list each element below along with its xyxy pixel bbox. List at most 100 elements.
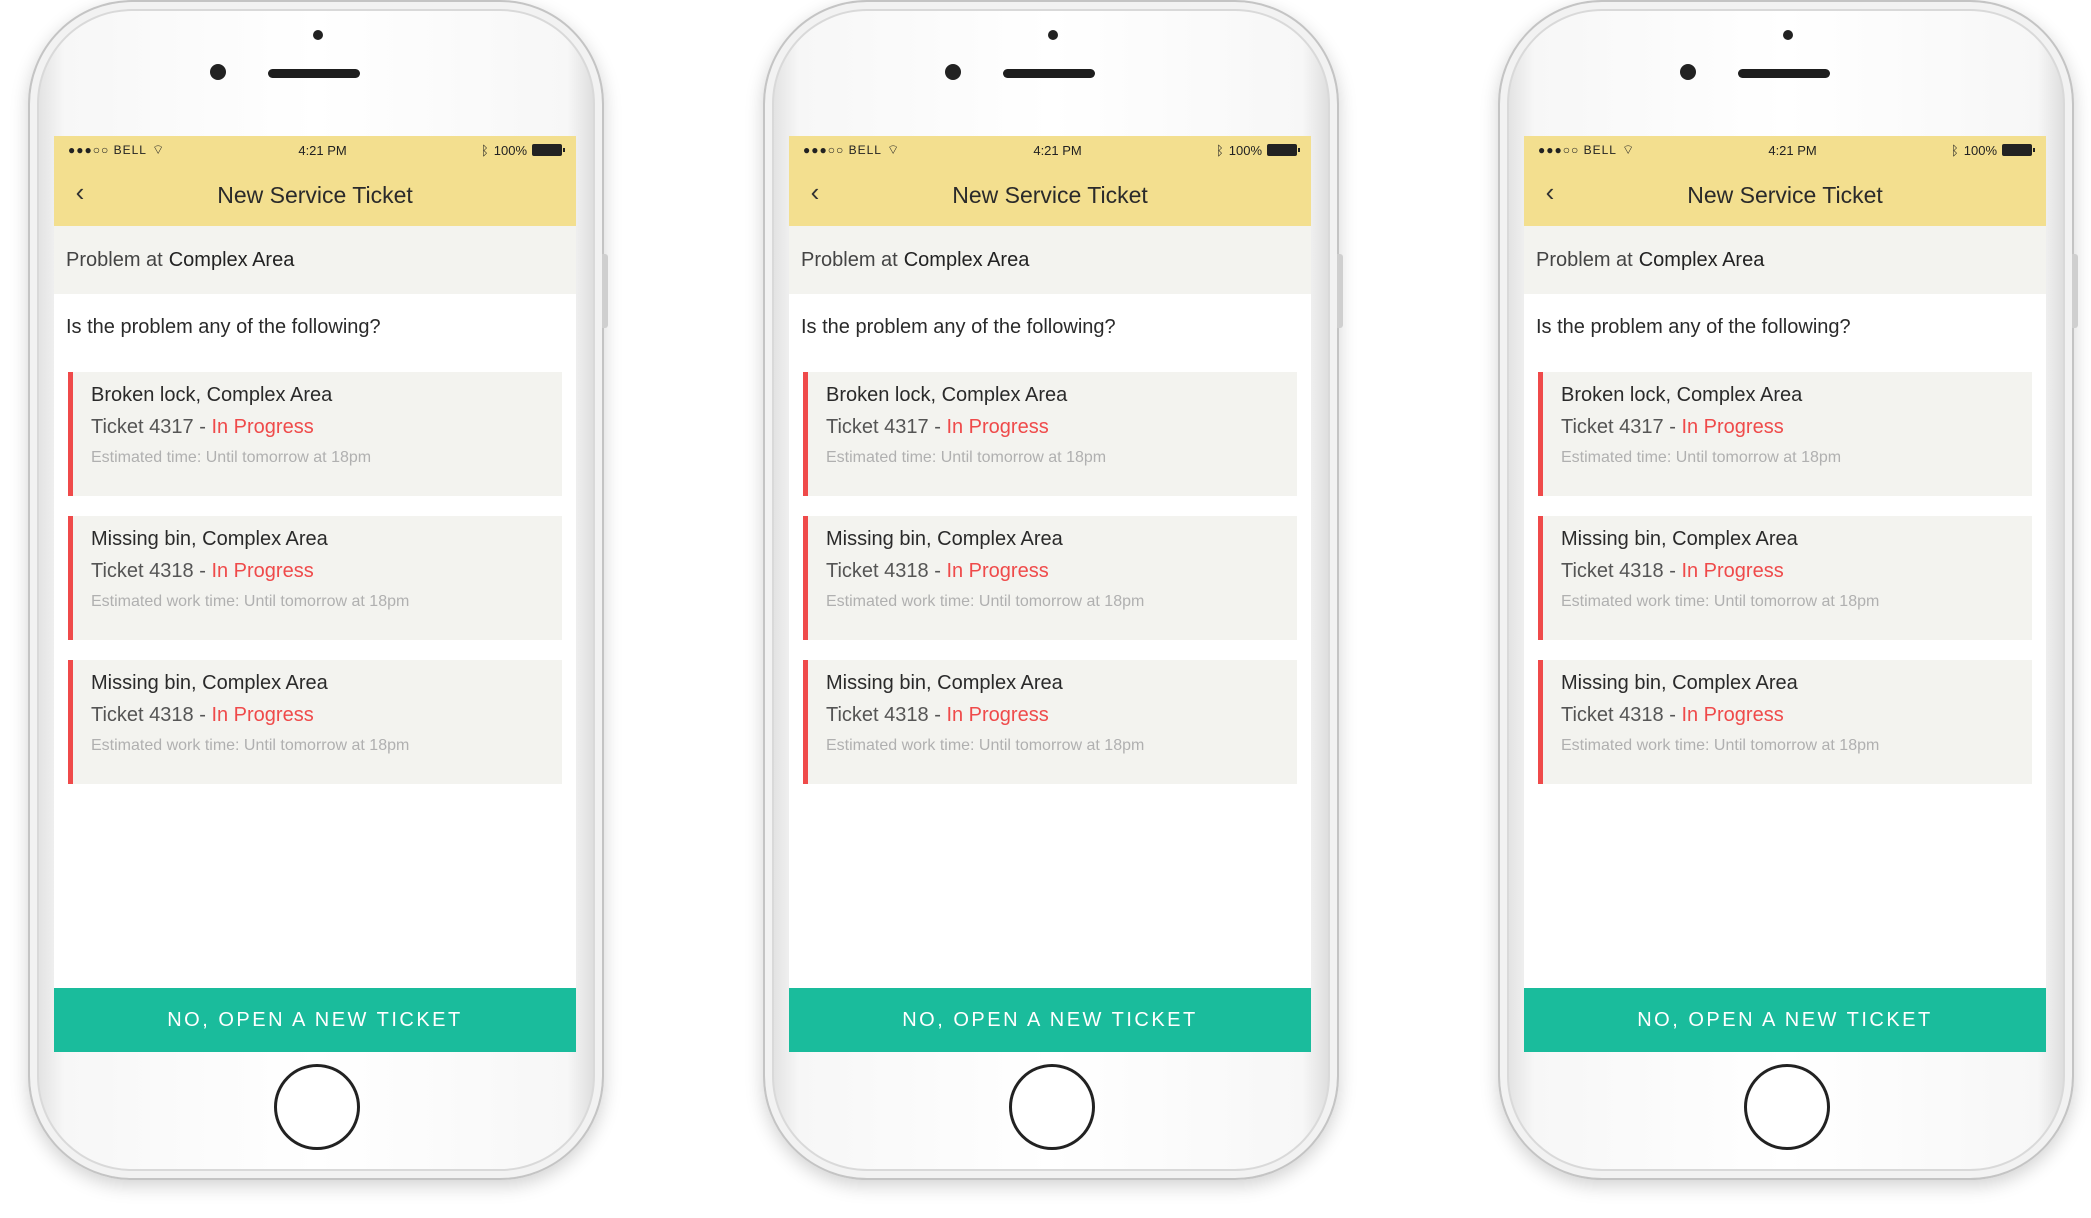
sensor-dot — [313, 30, 323, 40]
phone-mockup-1: ●●●○○ BELL ⌔ 4:21 PM ᛒ 100% ‹ New Service … — [28, 0, 608, 1180]
ticket-list: Broken lock, Complex Area Ticket 4317 - … — [789, 372, 1311, 784]
status-time: 4:21 PM — [1768, 142, 1817, 158]
open-new-ticket-button[interactable]: NO, OPEN A NEW TICKET — [54, 988, 576, 1052]
side-button — [2072, 254, 2078, 328]
ticket-card[interactable]: Missing bin, Complex Area Ticket 4318 - … — [803, 516, 1297, 640]
phone-screen: ●●●○○ BELL ⌔ 4:21 PM ᛒ 100% ‹ New Service … — [789, 136, 1311, 1052]
problem-location-name: Complex Area — [903, 248, 1030, 271]
ticket-separator: - — [928, 704, 947, 726]
battery-icon — [532, 144, 565, 156]
open-new-ticket-button[interactable]: NO, OPEN A NEW TICKET — [789, 988, 1311, 1052]
phone-screen: ●●●○○ BELL ⌔ 4:21 PM ᛒ 100% ‹ New Service … — [1524, 136, 2046, 1052]
page-title: New Service Ticket — [952, 181, 1148, 208]
home-button[interactable] — [1744, 1064, 1830, 1150]
ticket-card[interactable]: Missing bin, Complex Area Ticket 4318 - … — [68, 516, 562, 640]
battery-percent: 100% — [493, 142, 527, 158]
ticket-separator: - — [1663, 704, 1682, 726]
ticket-title: Missing bin, Complex Area — [91, 672, 328, 694]
ticket-status: In Progress — [211, 416, 314, 438]
ticket-status: In Progress — [1681, 560, 1784, 582]
front-camera — [1680, 64, 1696, 80]
status-time: 4:21 PM — [298, 142, 347, 158]
ticket-status: In Progress — [946, 704, 1049, 726]
problem-location-name: Complex Area — [168, 248, 295, 271]
ticket-estimate: Estimated time: Until tomorrow at 18pm — [826, 449, 1107, 466]
ticket-number: Ticket 4318 — [1561, 560, 1664, 582]
ticket-card[interactable]: Missing bin, Complex Area Ticket 4318 - … — [68, 660, 562, 784]
problem-prefix: Problem at — [1536, 248, 1633, 271]
ticket-estimate: Estimated work time: Until tomorrow at 1… — [826, 593, 1145, 610]
back-button[interactable]: ‹ — [1534, 176, 1566, 208]
battery-percent: 100% — [1963, 142, 1997, 158]
ticket-estimate: Estimated time: Until tomorrow at 18pm — [1561, 449, 1842, 466]
battery-icon — [2002, 144, 2035, 156]
front-camera — [945, 64, 961, 80]
wifi-icon: ⌔ — [1621, 142, 1635, 157]
ticket-status: In Progress — [946, 560, 1049, 582]
front-camera — [210, 64, 226, 80]
ticket-title: Missing bin, Complex Area — [826, 672, 1063, 694]
home-button[interactable] — [274, 1064, 360, 1150]
ticket-list: Broken lock, Complex Area Ticket 4317 - … — [1524, 372, 2046, 784]
problem-location-name: Complex Area — [1638, 248, 1765, 271]
side-button — [1337, 254, 1343, 328]
wifi-icon: ⌔ — [151, 142, 165, 157]
app-header: ●●●○○ BELL ⌔ 4:21 PM ᛒ 100% ‹ New Service … — [789, 136, 1311, 226]
ticket-separator: - — [193, 416, 212, 438]
wifi-icon: ⌔ — [886, 142, 900, 157]
problem-location: Problem at Complex Area — [789, 226, 1311, 294]
ticket-separator: - — [193, 560, 212, 582]
ticket-status: In Progress — [1681, 416, 1784, 438]
ticket-estimate: Estimated work time: Until tomorrow at 1… — [1561, 593, 1880, 610]
side-button — [602, 254, 608, 328]
page-title: New Service Ticket — [217, 181, 413, 208]
earpiece-speaker — [268, 69, 360, 78]
back-button[interactable]: ‹ — [799, 176, 831, 208]
ticket-number: Ticket 4318 — [1561, 704, 1664, 726]
ticket-card[interactable]: Missing bin, Complex Area Ticket 4318 - … — [803, 660, 1297, 784]
question-text: Is the problem any of the following? — [801, 316, 1116, 338]
ticket-number: Ticket 4317 — [91, 416, 194, 438]
phone-mockup-2: ●●●○○ BELL ⌔ 4:21 PM ᛒ 100% ‹ New Service … — [763, 0, 1343, 1180]
ticket-number: Ticket 4318 — [91, 704, 194, 726]
ticket-separator: - — [193, 704, 212, 726]
status-bar: ●●●○○ BELL ⌔ 4:21 PM ᛒ 100% — [54, 136, 576, 164]
bluetooth-icon: ᛒ — [480, 142, 489, 158]
ticket-separator: - — [1663, 416, 1682, 438]
ticket-status: In Progress — [946, 416, 1049, 438]
ticket-title: Missing bin, Complex Area — [1561, 528, 1798, 550]
ticket-title: Missing bin, Complex Area — [91, 528, 328, 550]
ticket-estimate: Estimated time: Until tomorrow at 18pm — [91, 449, 372, 466]
phone-screen: ●●●○○ BELL ⌔ 4:21 PM ᛒ 100% ‹ New Service … — [54, 136, 576, 1052]
app-header: ●●●○○ BELL ⌔ 4:21 PM ᛒ 100% ‹ New Service … — [1524, 136, 2046, 226]
ticket-list: Broken lock, Complex Area Ticket 4317 - … — [54, 372, 576, 784]
ticket-card[interactable]: Missing bin, Complex Area Ticket 4318 - … — [1538, 516, 2032, 640]
ticket-estimate: Estimated work time: Until tomorrow at 1… — [91, 737, 410, 754]
ticket-title: Broken lock, Complex Area — [826, 384, 1068, 406]
battery-icon — [1267, 144, 1300, 156]
earpiece-speaker — [1738, 69, 1830, 78]
ticket-card[interactable]: Broken lock, Complex Area Ticket 4317 - … — [1538, 372, 2032, 496]
page-title: New Service Ticket — [1687, 181, 1883, 208]
back-button[interactable]: ‹ — [64, 176, 96, 208]
question-text: Is the problem any of the following? — [66, 316, 381, 338]
ticket-title: Broken lock, Complex Area — [1561, 384, 1803, 406]
ticket-separator: - — [928, 416, 947, 438]
status-bar: ●●●○○ BELL ⌔ 4:21 PM ᛒ 100% — [1524, 136, 2046, 164]
ticket-title: Missing bin, Complex Area — [1561, 672, 1798, 694]
home-button[interactable] — [1009, 1064, 1095, 1150]
app-header: ●●●○○ BELL ⌔ 4:21 PM ᛒ 100% ‹ New Service … — [54, 136, 576, 226]
sensor-dot — [1783, 30, 1793, 40]
carrier-signal: ●●●○○ BELL — [803, 143, 882, 157]
open-new-ticket-button[interactable]: NO, OPEN A NEW TICKET — [1524, 988, 2046, 1052]
ticket-number: Ticket 4318 — [91, 560, 194, 582]
question-text: Is the problem any of the following? — [1536, 316, 1851, 338]
ticket-estimate: Estimated work time: Until tomorrow at 1… — [1561, 737, 1880, 754]
ticket-card[interactable]: Broken lock, Complex Area Ticket 4317 - … — [803, 372, 1297, 496]
ticket-card[interactable]: Broken lock, Complex Area Ticket 4317 - … — [68, 372, 562, 496]
bluetooth-icon: ᛒ — [1950, 142, 1959, 158]
ticket-status: In Progress — [1681, 704, 1784, 726]
status-time: 4:21 PM — [1033, 142, 1082, 158]
ticket-card[interactable]: Missing bin, Complex Area Ticket 4318 - … — [1538, 660, 2032, 784]
status-bar: ●●●○○ BELL ⌔ 4:21 PM ᛒ 100% — [789, 136, 1311, 164]
